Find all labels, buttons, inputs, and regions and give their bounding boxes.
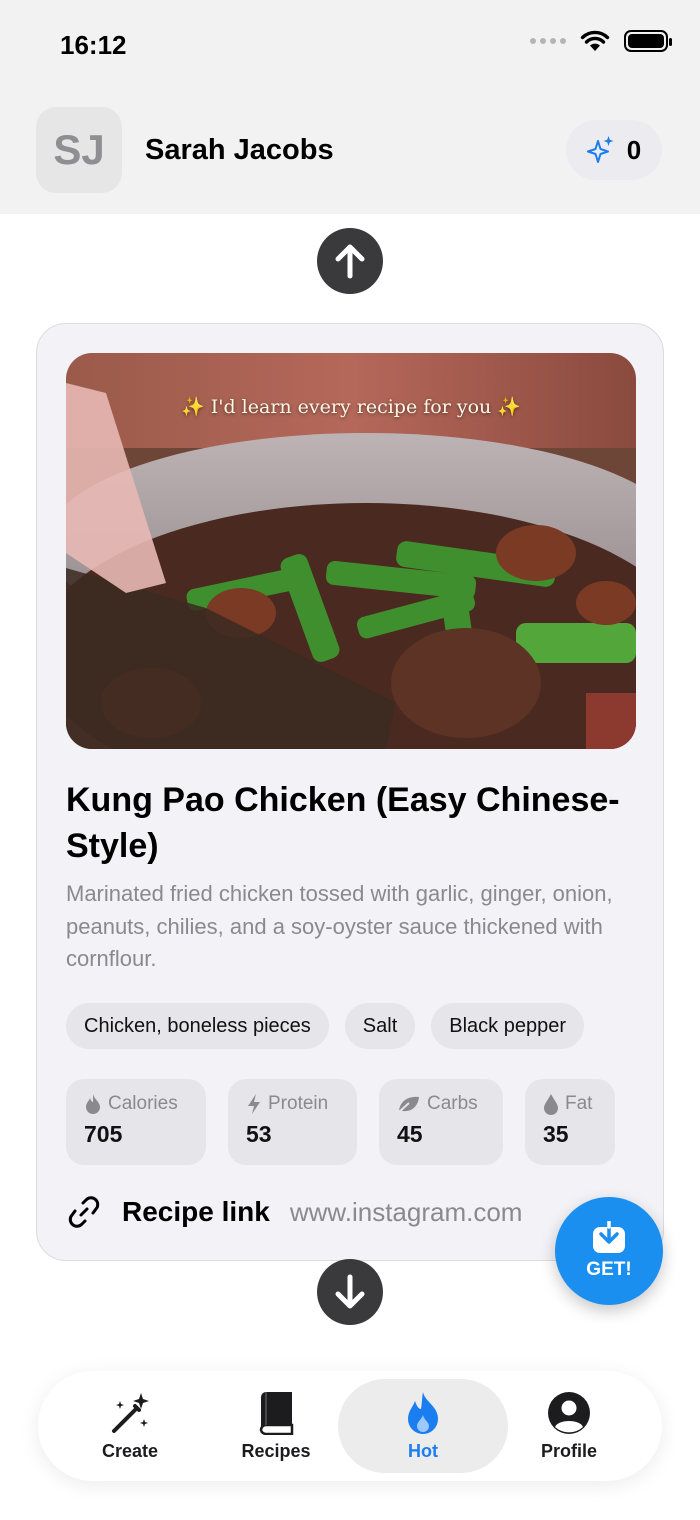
tab-recipes[interactable]: Recipes: [201, 1379, 351, 1473]
tab-label: Hot: [408, 1440, 438, 1461]
nutrition-fat: Fat 35: [525, 1079, 615, 1165]
arrow-down-icon: [335, 1274, 365, 1309]
tab-label: Profile: [540, 1440, 597, 1461]
tab-label: Create: [101, 1440, 159, 1461]
leaf-icon: [398, 1096, 419, 1113]
nutrition-label: Protein: [268, 1093, 329, 1114]
next-recipe-button[interactable]: [317, 1259, 383, 1325]
nutrition-value: 705: [84, 1121, 123, 1147]
recipe-title: Kung Pao Chicken (Easy Chinese-Style): [66, 781, 620, 865]
tab-hot[interactable]: Hot: [338, 1379, 508, 1473]
avatar[interactable]: SJ: [36, 107, 122, 193]
status-time: 16:12: [60, 30, 127, 60]
ingredient-tag[interactable]: Salt: [344, 1003, 416, 1049]
magic-wand-icon: [112, 1392, 149, 1433]
recipe-card[interactable]: ✨ I'd learn every recipe for you ✨ Kung …: [36, 323, 664, 1261]
nutrition-label: Calories: [108, 1093, 178, 1114]
previous-recipe-button[interactable]: [317, 228, 383, 294]
recipe-link[interactable]: Recipe link www.instagram.com: [66, 1194, 522, 1230]
download-icon: [593, 1221, 625, 1253]
cellular-signal-icon: [530, 38, 566, 44]
flame-icon: [408, 1391, 438, 1434]
nutrition-value: 35: [543, 1121, 569, 1147]
arrow-up-icon: [335, 244, 365, 279]
user-name: Sarah Jacobs: [145, 134, 334, 166]
sparkles-icon: [586, 136, 614, 163]
nutrition-label: Carbs: [427, 1093, 478, 1114]
tab-label: Recipes: [241, 1440, 311, 1461]
nutrition-calories: Calories 705: [66, 1079, 206, 1165]
battery-icon: [624, 30, 672, 52]
credits-badge[interactable]: 0: [566, 120, 662, 180]
nutrition-protein: Protein 53: [228, 1079, 357, 1165]
photo-caption: ✨ I'd learn every recipe for you ✨: [181, 396, 521, 418]
drop-icon: [544, 1094, 558, 1115]
credits-count: 0: [626, 134, 642, 165]
nutrition-value: 53: [246, 1121, 272, 1147]
recipe-photo[interactable]: ✨ I'd learn every recipe for you ✨: [66, 353, 636, 749]
wifi-icon: [580, 30, 610, 51]
ingredient-tags: Chicken, boneless pieces Salt Black pepp…: [66, 1003, 585, 1049]
tab-profile[interactable]: Profile: [494, 1379, 644, 1473]
get-recipe-button[interactable]: GET!: [555, 1197, 663, 1305]
nutrition-label: Fat: [565, 1093, 593, 1114]
nutrition-carbs: Carbs 45: [379, 1079, 503, 1165]
flame-icon: [86, 1094, 100, 1114]
recipe-link-label: Recipe link: [122, 1196, 270, 1227]
ingredient-tag[interactable]: Black pepper: [431, 1003, 585, 1049]
get-button-label: GET!: [586, 1259, 632, 1280]
book-icon: [259, 1391, 294, 1435]
profile-icon: [548, 1391, 590, 1434]
bolt-icon: [248, 1094, 260, 1114]
tab-bar: Create Recipes Hot Profile: [38, 1371, 662, 1481]
link-icon: [68, 1196, 100, 1228]
tab-create[interactable]: Create: [55, 1379, 205, 1473]
ingredient-tag[interactable]: Chicken, boneless pieces: [66, 1003, 329, 1049]
profile-header: SJ Sarah Jacobs 0: [0, 90, 700, 214]
recipe-description: Marinated fried chicken tossed with garl…: [66, 881, 613, 971]
nutrition-value: 45: [397, 1121, 423, 1147]
recipe-link-url[interactable]: www.instagram.com: [290, 1197, 523, 1228]
status-bar: 16:12: [0, 0, 700, 90]
